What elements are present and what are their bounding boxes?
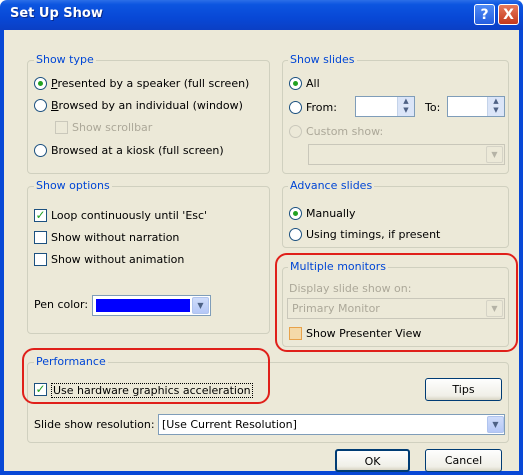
to-slide-label[interactable]: To:: [425, 101, 440, 114]
without-animation-label[interactable]: Show without animation: [51, 253, 184, 266]
from-slide-label[interactable]: From:: [306, 101, 337, 114]
show-scrollbar-checkbox[interactable]: [55, 121, 68, 134]
cancel-button[interactable]: Cancel: [425, 449, 502, 472]
browsed-by-individual-label[interactable]: Browsed by an individual (window): [51, 99, 243, 112]
custom-show-dropdown[interactable]: ▼: [308, 144, 505, 165]
pen-color-swatch: [96, 299, 190, 312]
browsed-by-individual-radio[interactable]: [34, 99, 47, 112]
without-narration-checkbox[interactable]: [34, 231, 47, 244]
resolution-label: Slide show resolution:: [34, 418, 155, 431]
tips-button[interactable]: Tips: [425, 378, 502, 401]
without-animation-checkbox[interactable]: [34, 253, 47, 266]
spin-down-icon[interactable]: ▼: [398, 106, 414, 115]
using-timings-label[interactable]: Using timings, if present: [306, 228, 440, 241]
all-slides-radio[interactable]: [289, 77, 302, 90]
custom-show-radio[interactable]: [289, 125, 302, 138]
chevron-down-icon[interactable]: ▼: [487, 416, 504, 433]
to-spin-buttons[interactable]: ▲ ▼: [487, 97, 504, 116]
highlight-multiple-monitors: [275, 253, 518, 352]
pen-color-label: Pen color:: [34, 298, 89, 311]
dialog-title: Set Up Show: [10, 6, 103, 21]
chevron-down-icon[interactable]: ▼: [192, 297, 209, 314]
without-narration-label[interactable]: Show without narration: [51, 231, 179, 244]
show-scrollbar-label: Show scrollbar: [72, 121, 153, 134]
show-slides-legend: Show slides: [288, 53, 357, 66]
loop-continuously-checkbox[interactable]: ✓: [34, 209, 47, 222]
spin-down-icon[interactable]: ▼: [488, 106, 504, 115]
from-slide-radio[interactable]: [289, 101, 302, 114]
show-type-legend: Show type: [34, 53, 96, 66]
presented-by-speaker-label[interactable]: Presented by a speaker (full screen): [51, 77, 249, 90]
resolution-value: [Use Current Resolution]: [162, 418, 297, 431]
manually-label[interactable]: Manually: [306, 207, 356, 220]
highlight-performance: [22, 348, 270, 404]
ok-button[interactable]: OK: [335, 449, 410, 472]
browsed-at-kiosk-radio[interactable]: [34, 144, 47, 157]
show-options-legend: Show options: [34, 179, 112, 192]
loop-continuously-label[interactable]: Loop continuously until 'Esc': [51, 209, 207, 222]
advance-slides-legend: Advance slides: [288, 179, 375, 192]
from-spin-buttons[interactable]: ▲ ▼: [397, 97, 414, 116]
manually-radio[interactable]: [289, 207, 302, 220]
close-button[interactable]: X: [498, 4, 519, 25]
window-frame-right: [519, 30, 523, 475]
help-button[interactable]: ?: [474, 4, 495, 25]
from-slide-spinner[interactable]: ▲ ▼: [355, 96, 415, 117]
to-slide-spinner[interactable]: ▲ ▼: [447, 96, 505, 117]
browsed-at-kiosk-label[interactable]: Browsed at a kiosk (full screen): [51, 144, 224, 157]
resolution-dropdown[interactable]: [Use Current Resolution] ▼: [158, 414, 505, 435]
spin-up-icon[interactable]: ▲: [398, 97, 414, 106]
presented-by-speaker-radio[interactable]: [34, 77, 47, 90]
custom-show-label: Custom show:: [306, 125, 384, 138]
all-slides-label[interactable]: All: [306, 77, 320, 90]
spin-up-icon[interactable]: ▲: [488, 97, 504, 106]
using-timings-radio[interactable]: [289, 228, 302, 241]
chevron-down-icon[interactable]: ▼: [486, 146, 503, 163]
pen-color-picker[interactable]: ▼: [92, 295, 211, 316]
